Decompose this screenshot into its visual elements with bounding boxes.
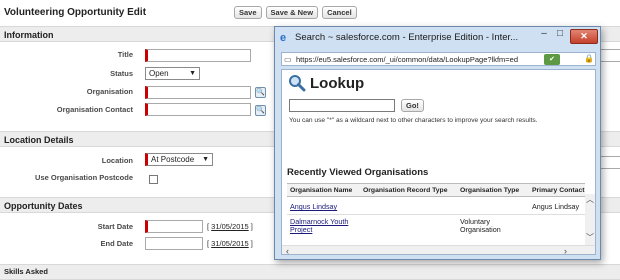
end-date-label: End Date: [100, 239, 133, 248]
ie-icon: e: [280, 32, 287, 44]
page-icon: ▭: [284, 55, 292, 64]
status-select-value: Open: [149, 69, 169, 78]
organisation-lookup-icon[interactable]: 🔍: [255, 87, 266, 98]
organisation-contact-label: Organisation Contact: [56, 105, 133, 114]
start-date-link[interactable]: 31/05/2015: [211, 222, 249, 231]
lookup-heading: Lookup: [310, 75, 365, 92]
section-title-location-details: Location Details: [4, 135, 74, 145]
end-date-link[interactable]: 31/05/2015: [211, 239, 249, 248]
lookup-search-input[interactable]: [289, 99, 395, 112]
use-postcode-checkbox[interactable]: [149, 175, 158, 184]
organisation-label: Organisation: [86, 87, 133, 96]
close-button[interactable]: ✕: [570, 29, 598, 44]
row-divider: [287, 214, 585, 215]
save-new-button[interactable]: Save & New: [265, 6, 319, 19]
minimize-button[interactable]: –: [537, 28, 551, 44]
scroll-right-icon[interactable]: ›: [564, 246, 567, 254]
chevron-down-icon: ▼: [189, 70, 196, 77]
location-select-value: At Postcode: [151, 155, 195, 164]
scroll-up-icon[interactable]: ︿: [586, 194, 594, 205]
go-button[interactable]: Go!: [401, 99, 424, 112]
save-button[interactable]: Save: [234, 6, 262, 19]
page-header: Volunteering Opportunity Edit Save Save …: [0, 0, 620, 24]
organisation-contact-lookup-icon[interactable]: 🔍: [255, 105, 266, 116]
organisation-input[interactable]: [145, 86, 251, 99]
location-label: Location: [101, 156, 133, 165]
status-select[interactable]: Open ▼: [145, 67, 200, 80]
lock-icon: 🔒: [584, 54, 594, 63]
lookup-popup-window: e Search ~ salesforce.com - Enterprise E…: [274, 26, 601, 260]
scroll-down-icon[interactable]: ﹀: [586, 232, 594, 243]
address-bar[interactable]: ▭ https://eu5.salesforce.com/_ui/common/…: [281, 52, 596, 66]
magnifier-icon: [289, 75, 306, 92]
location-select[interactable]: At Postcode ▼: [145, 153, 213, 166]
vertical-scrollbar[interactable]: ︿ ﹀: [585, 194, 595, 246]
end-date-input[interactable]: [145, 237, 203, 250]
start-date-input[interactable]: [145, 220, 203, 233]
address-url: https://eu5.salesforce.com/_ui/common/da…: [296, 55, 519, 64]
column-header-record-type[interactable]: Organisation Record Type: [363, 187, 447, 194]
cancel-button[interactable]: Cancel: [322, 6, 357, 19]
popup-window-title: Search ~ salesforce.com - Enterprise Edi…: [295, 32, 519, 43]
certificate-icon[interactable]: ✔: [544, 54, 560, 65]
section-title-opportunity-dates: Opportunity Dates: [4, 201, 83, 211]
end-date-default: [ 31/05/2015 ]: [207, 239, 253, 248]
top-button-row: Save Save & New Cancel: [234, 6, 357, 19]
use-postcode-label: Use Organisation Postcode: [35, 173, 133, 182]
row-2-organisation-link[interactable]: Dalmarnock Youth Project: [290, 218, 360, 234]
title-input[interactable]: [145, 49, 251, 62]
column-header-organisation-type[interactable]: Organisation Type: [460, 187, 519, 194]
horizontal-scrollbar[interactable]: ‹ ›: [282, 245, 595, 254]
recently-viewed-heading: Recently Viewed Organisations: [287, 167, 429, 178]
start-date-label: Start Date: [97, 222, 133, 231]
title-label: Title: [117, 50, 133, 59]
section-title-information: Information: [4, 30, 54, 40]
row-1-organisation-link[interactable]: Angus Lindsay: [290, 203, 337, 211]
organisation-contact-input[interactable]: [145, 103, 251, 116]
table-header: Organisation Name Organisation Record Ty…: [287, 183, 585, 197]
chevron-down-icon: ▼: [202, 156, 209, 163]
start-date-default: [ 31/05/2015 ]: [207, 222, 253, 231]
section-title-skills: Skills Asked: [4, 267, 48, 276]
page-title: Volunteering Opportunity Edit: [4, 7, 147, 18]
lookup-content: Lookup Go! You can use "*" as a wildcard…: [281, 69, 596, 255]
row-1-primary-contact: Angus Lindsay: [532, 202, 580, 211]
column-header-primary-contact[interactable]: Primary Contact: [532, 187, 585, 194]
wildcard-help-text: You can use "*" as a wildcard next to ot…: [289, 117, 538, 124]
row-2-organisation-type: Voluntary Organisation: [460, 217, 501, 234]
scroll-left-icon[interactable]: ‹: [286, 246, 289, 254]
status-label: Status: [110, 69, 133, 78]
section-skills: Skills Asked: [0, 264, 620, 280]
maximize-button[interactable]: □: [553, 28, 567, 44]
column-header-organisation-name[interactable]: Organisation Name: [290, 187, 352, 194]
